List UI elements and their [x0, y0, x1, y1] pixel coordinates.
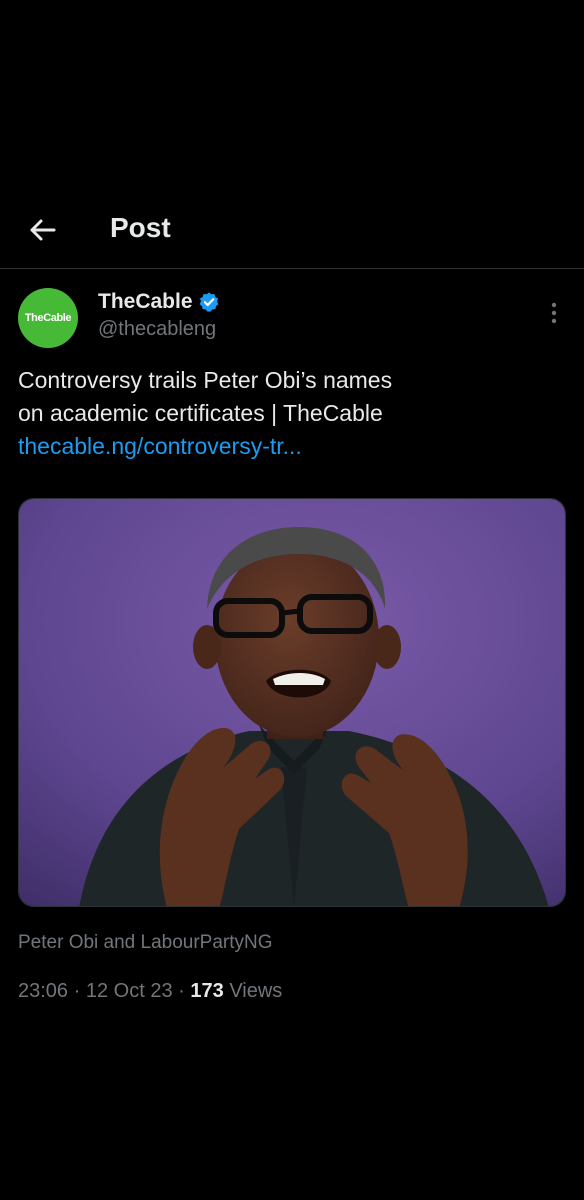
meta-separator: · — [178, 980, 185, 1002]
tweet-time[interactable]: 23:06 — [18, 980, 68, 1002]
media-tags[interactable]: Peter Obi and LabourPartyNG — [18, 932, 273, 954]
more-vertical-icon — [551, 302, 557, 324]
author-handle[interactable]: @thecableng — [98, 318, 216, 341]
tweet-media-image[interactable] — [18, 498, 566, 907]
tweet-text: Controversy trails Peter Obi’s names on … — [18, 364, 566, 463]
tweet-text-line: on academic certificates | TheCable — [18, 400, 383, 426]
post-header: Post — [0, 196, 584, 269]
author-name[interactable]: TheCable — [98, 290, 220, 314]
media-photo — [19, 499, 565, 906]
views-label: Views — [229, 980, 283, 1002]
back-button[interactable] — [22, 210, 62, 250]
arrow-left-icon — [30, 219, 56, 241]
page-title: Post — [110, 212, 171, 243]
tweet-date[interactable]: 12 Oct 23 — [86, 980, 173, 1002]
views-count[interactable]: 173 — [190, 980, 223, 1002]
tweet-meta: 23:06 · 12 Oct 23 · 173 Views — [18, 980, 282, 1003]
verified-badge-icon — [198, 291, 220, 313]
tweet-text-line: Controversy trails Peter Obi’s names — [18, 367, 393, 393]
meta-separator: · — [73, 980, 81, 1002]
more-options-button[interactable] — [540, 296, 568, 330]
avatar[interactable]: TheCable — [18, 288, 78, 348]
display-name-text: TheCable — [98, 290, 193, 313]
avatar-logo-text: TheCable — [24, 312, 72, 324]
tweet-link[interactable]: thecable.ng/controversy-tr... — [18, 430, 566, 463]
